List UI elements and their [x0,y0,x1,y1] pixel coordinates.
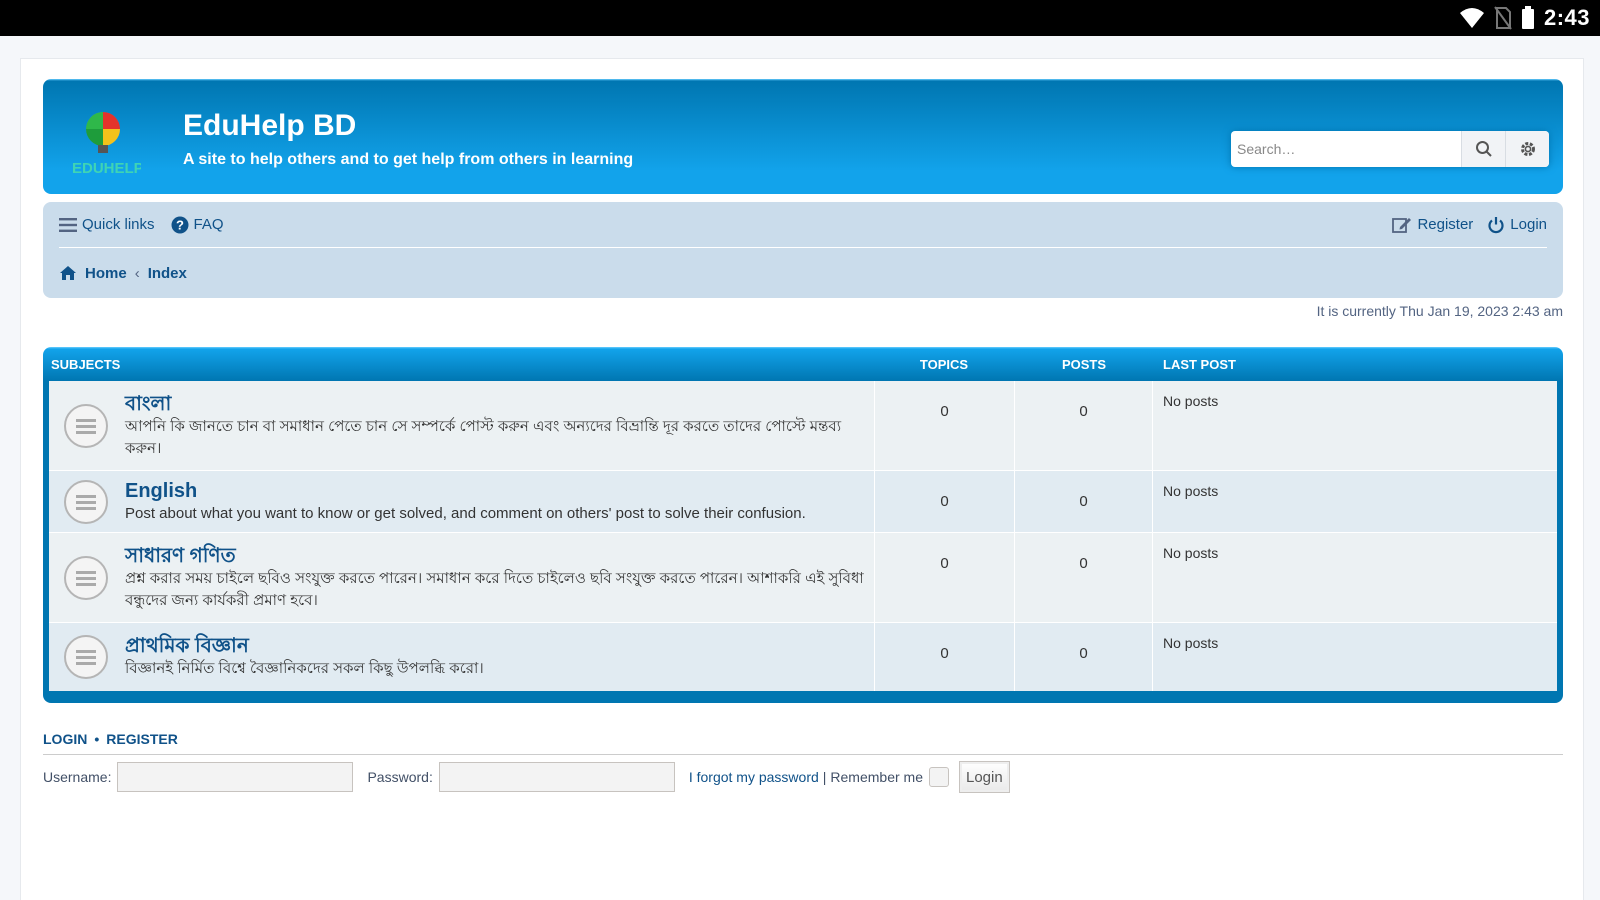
search-icon [1475,141,1492,157]
forum-cell: English Post about what you want to know… [49,471,875,532]
posts-count: 0 [1015,381,1153,470]
breadcrumb-home[interactable]: Home [85,265,127,282]
question-circle-icon: ? [171,216,189,233]
heading-separator: • [94,731,100,747]
faq-label: FAQ [193,216,224,233]
forum-row-primary-science: প্রাথমিক বিজ্ঞান বিজ্ঞানই নির্মিত বিশ্বে… [49,623,1557,691]
header-subjects: Subjects [51,356,121,372]
faq-link[interactable]: ? FAQ [171,216,224,234]
login-heading-link[interactable]: Login [43,731,87,747]
remember-me-label: Remember me [830,769,923,785]
login-separator: | [822,769,827,785]
breadcrumb-index[interactable]: Index [148,265,187,282]
password-label: Password: [367,769,433,785]
password-field[interactable] [438,762,675,792]
gear-icon [1520,142,1535,156]
power-icon [1488,216,1504,233]
topics-count: 0 [875,471,1015,532]
forum-cell: বাংলা আপনি কি জানতে চান বা সমাধান পেতে চ… [49,381,875,470]
status-time: 2:43 [1543,5,1590,30]
last-post: No posts [1163,393,1219,409]
posts-count: 0 [1015,471,1153,532]
last-post: No posts [1163,545,1219,561]
menu-icon [59,217,77,232]
forum-description: প্রশ্ন করার সময় চাইলে ছবিও সংযুক্ত করতে… [125,569,864,609]
nav-links-row: Quick links ? FAQ Register Login [59,202,1547,248]
forum-cell: প্রাথমিক বিজ্ঞান বিজ্ঞানই নির্মিত বিশ্বে… [49,623,875,691]
page-wrap: EDUHELP EduHelp BD A site to help others… [20,58,1584,900]
quick-links-label: Quick links [82,216,155,233]
forum-title[interactable]: English [125,479,864,503]
search-box [1231,131,1549,167]
login-submit-button[interactable]: Login [959,761,1010,793]
forum-description: বিজ্ঞানই নির্মিত বিশ্বে বৈজ্ঞানিকদের সকল… [125,660,484,677]
forum-title[interactable]: বাংলা [125,392,864,416]
posts-count: 0 [1015,623,1153,691]
login-link[interactable]: Login [1487,216,1547,234]
search-input[interactable] [1231,131,1461,167]
forum-read-icon [64,635,108,679]
navbar: Quick links ? FAQ Register Login Home ‹ [43,202,1563,298]
forum-title[interactable]: সাধারণ গণিত [125,544,864,568]
login-form: Username: Password: I forgot my password… [43,761,1010,793]
edit-icon [1392,217,1412,233]
register-label: Register [1417,216,1474,233]
wifi-icon [1459,8,1484,28]
forum-read-icon [64,403,108,448]
breadcrumb: Home ‹ Index [59,258,187,288]
site-logo[interactable]: EDUHELP [69,107,141,179]
forum-description: আপনি কি জানতে চান বা সমাধান পেতে চান সে … [125,417,842,457]
forum-list: বাংলা আপনি কি জানতে চান বা সমাধান পেতে চ… [49,381,1557,691]
quick-links-menu[interactable]: Quick links [59,216,155,233]
no-sim-icon [1494,6,1512,30]
last-post: No posts [1163,635,1219,651]
forum-row-general-math: সাধারণ গণিত প্রশ্ন করার সময় চাইলে ছবিও … [49,533,1557,623]
posts-count: 0 [1015,533,1153,622]
register-heading-link[interactable]: Register [106,731,178,747]
remember-me-checkbox[interactable] [929,767,949,787]
breadcrumb-separator: ‹ [134,264,140,282]
forum-read-icon [64,555,108,600]
battery-icon [1521,6,1534,29]
topics-count: 0 [875,533,1015,622]
nav-user-links: Register Login [1378,216,1547,234]
forum-table: Subjects Topics Posts Last post বাংলা আপ… [43,347,1563,703]
svg-text:?: ? [176,217,184,232]
register-link[interactable]: Register [1392,216,1473,234]
home-icon [60,266,76,280]
header-last-post: Last post [1163,356,1236,372]
login-panel-header: Login • Register [43,731,1563,755]
username-field[interactable] [117,762,354,792]
android-status-bar: 2:43 [0,0,1600,36]
forum-title[interactable]: প্রাথমিক বিজ্ঞান [125,634,864,658]
site-description: A site to help others and to get help fr… [183,151,634,168]
username-label: Username: [43,769,112,785]
header-posts: Posts [1061,356,1107,372]
login-label: Login [1510,216,1547,233]
forum-table-header: Subjects Topics Posts Last post [49,347,1557,381]
current-time: It is currently Thu Jan 19, 2023 2:43 am [1316,303,1563,319]
forum-description: Post about what you want to know or get … [125,504,806,522]
forgot-password-link[interactable]: I forgot my password [689,769,819,785]
forum-row-bangla: বাংলা আপনি কি জানতে চান বা সমাধান পেতে চ… [49,381,1557,471]
forum-read-icon [64,479,108,524]
search-button[interactable] [1461,131,1505,167]
logo-text: EDUHELP [72,160,141,177]
advanced-search-button[interactable] [1505,131,1549,167]
site-title[interactable]: EduHelp BD [183,109,356,143]
topics-count: 0 [875,623,1015,691]
status-icons: 2:43 [1459,5,1590,31]
forum-row-english: English Post about what you want to know… [49,471,1557,533]
topics-count: 0 [875,381,1015,470]
forum-cell: সাধারণ গণিত প্রশ্ন করার সময় চাইলে ছবিও … [49,533,875,622]
last-post: No posts [1163,483,1219,499]
header-topics: Topics [919,356,969,372]
site-header: EDUHELP EduHelp BD A site to help others… [43,79,1563,194]
